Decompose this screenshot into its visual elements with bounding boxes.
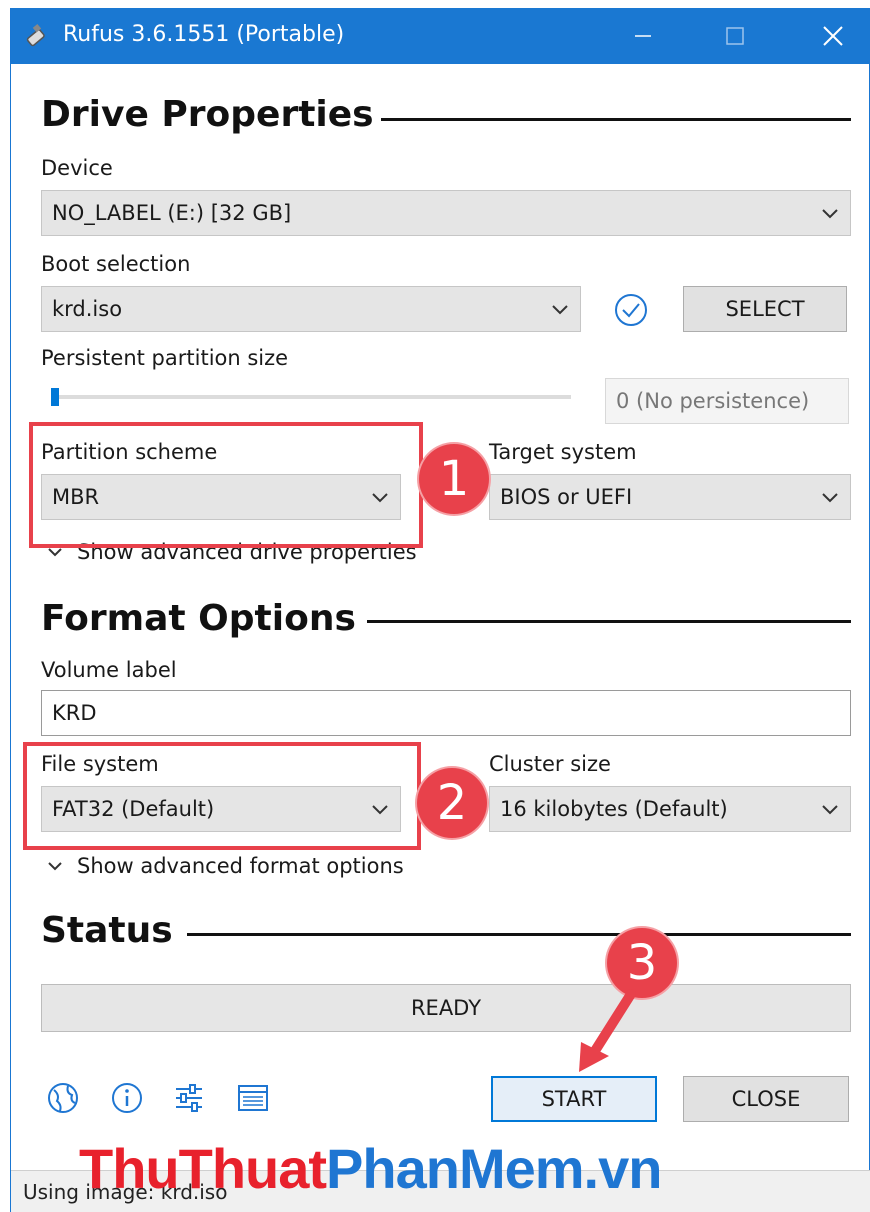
settings-icon [176, 1084, 202, 1112]
watermark-part-2: PhanMem [326, 1137, 584, 1200]
log-button[interactable] [233, 1078, 273, 1118]
device-value: NO_LABEL (E:) [32 GB] [52, 201, 292, 225]
persistence-slider-thumb[interactable] [51, 388, 59, 406]
chevron-down-icon [552, 305, 568, 315]
maximize-icon [726, 27, 744, 45]
device-label: Device [41, 156, 113, 180]
start-button[interactable]: START [491, 1076, 657, 1122]
verify-check-icon[interactable] [613, 292, 649, 328]
cluster-size-label: Cluster size [489, 752, 611, 776]
boot-selection-dropdown[interactable]: krd.iso [41, 286, 581, 332]
maximize-button[interactable] [703, 8, 767, 64]
select-button[interactable]: SELECT [683, 286, 847, 332]
volume-label-value: KRD [52, 701, 97, 725]
log-icon [238, 1085, 268, 1111]
persistence-size-value: 0 (No persistence) [616, 389, 810, 413]
persistence-size-field: 0 (No persistence) [605, 378, 849, 424]
status-progress-bar: READY [41, 984, 851, 1032]
settings-button[interactable] [169, 1078, 209, 1118]
chevron-down-icon [822, 805, 838, 815]
about-button[interactable] [107, 1078, 147, 1118]
window-title: Rufus 3.6.1551 (Portable) [63, 22, 345, 47]
advanced-format-label: Show advanced format options [77, 854, 404, 878]
status-text: READY [410, 996, 482, 1020]
chevron-down-icon [822, 209, 838, 219]
volume-label-label: Volume label [41, 658, 177, 682]
chevron-down-icon [822, 493, 838, 503]
persistence-slider-track[interactable] [53, 395, 571, 399]
close-icon [823, 26, 843, 46]
chevron-down-icon [48, 862, 62, 871]
close-button[interactable]: CLOSE [683, 1076, 849, 1122]
cluster-size-dropdown[interactable]: 16 kilobytes (Default) [489, 786, 851, 832]
annotation-box-file-system [23, 742, 421, 850]
close-window-button[interactable] [801, 8, 865, 64]
format-options-heading: Format Options [41, 598, 356, 639]
boot-selection-label: Boot selection [41, 252, 191, 276]
annotation-badge-2: 2 [417, 768, 487, 838]
section-rule [367, 620, 851, 623]
annotation-box-partition-scheme [29, 422, 423, 548]
globe-icon [48, 1083, 78, 1113]
annotation-arrow-icon [579, 989, 636, 1072]
rufus-window: Rufus 3.6.1551 (Portable) Drive Properti… [10, 8, 870, 1212]
section-rule [381, 118, 851, 121]
target-system-label: Target system [489, 440, 637, 464]
target-system-dropdown[interactable]: BIOS or UEFI [489, 474, 851, 520]
persistent-partition-label: Persistent partition size [41, 346, 289, 370]
boot-selection-value: krd.iso [52, 297, 123, 321]
section-rule [187, 933, 851, 936]
show-advanced-format-toggle[interactable]: Show advanced format options [47, 854, 404, 878]
annotation-badge-1: 1 [419, 444, 489, 514]
usb-drive-icon [26, 23, 45, 47]
volume-label-input[interactable]: KRD [41, 690, 851, 736]
minimize-button[interactable] [611, 8, 675, 64]
watermark-part-3: .vn [583, 1137, 663, 1200]
device-dropdown[interactable]: NO_LABEL (E:) [32 GB] [41, 190, 851, 236]
minimize-icon [635, 35, 651, 37]
cluster-size-value: 16 kilobytes (Default) [500, 797, 728, 821]
language-button[interactable] [43, 1078, 83, 1118]
watermark-logo: ThuThuatPhanMem.vn [79, 1136, 663, 1201]
title-bar: Rufus 3.6.1551 (Portable) [11, 8, 870, 64]
watermark-part-1: ThuThuat [79, 1137, 327, 1200]
drive-properties-heading: Drive Properties [41, 94, 374, 135]
info-icon [112, 1083, 142, 1113]
target-system-value: BIOS or UEFI [500, 485, 633, 509]
status-heading: Status [41, 910, 173, 951]
